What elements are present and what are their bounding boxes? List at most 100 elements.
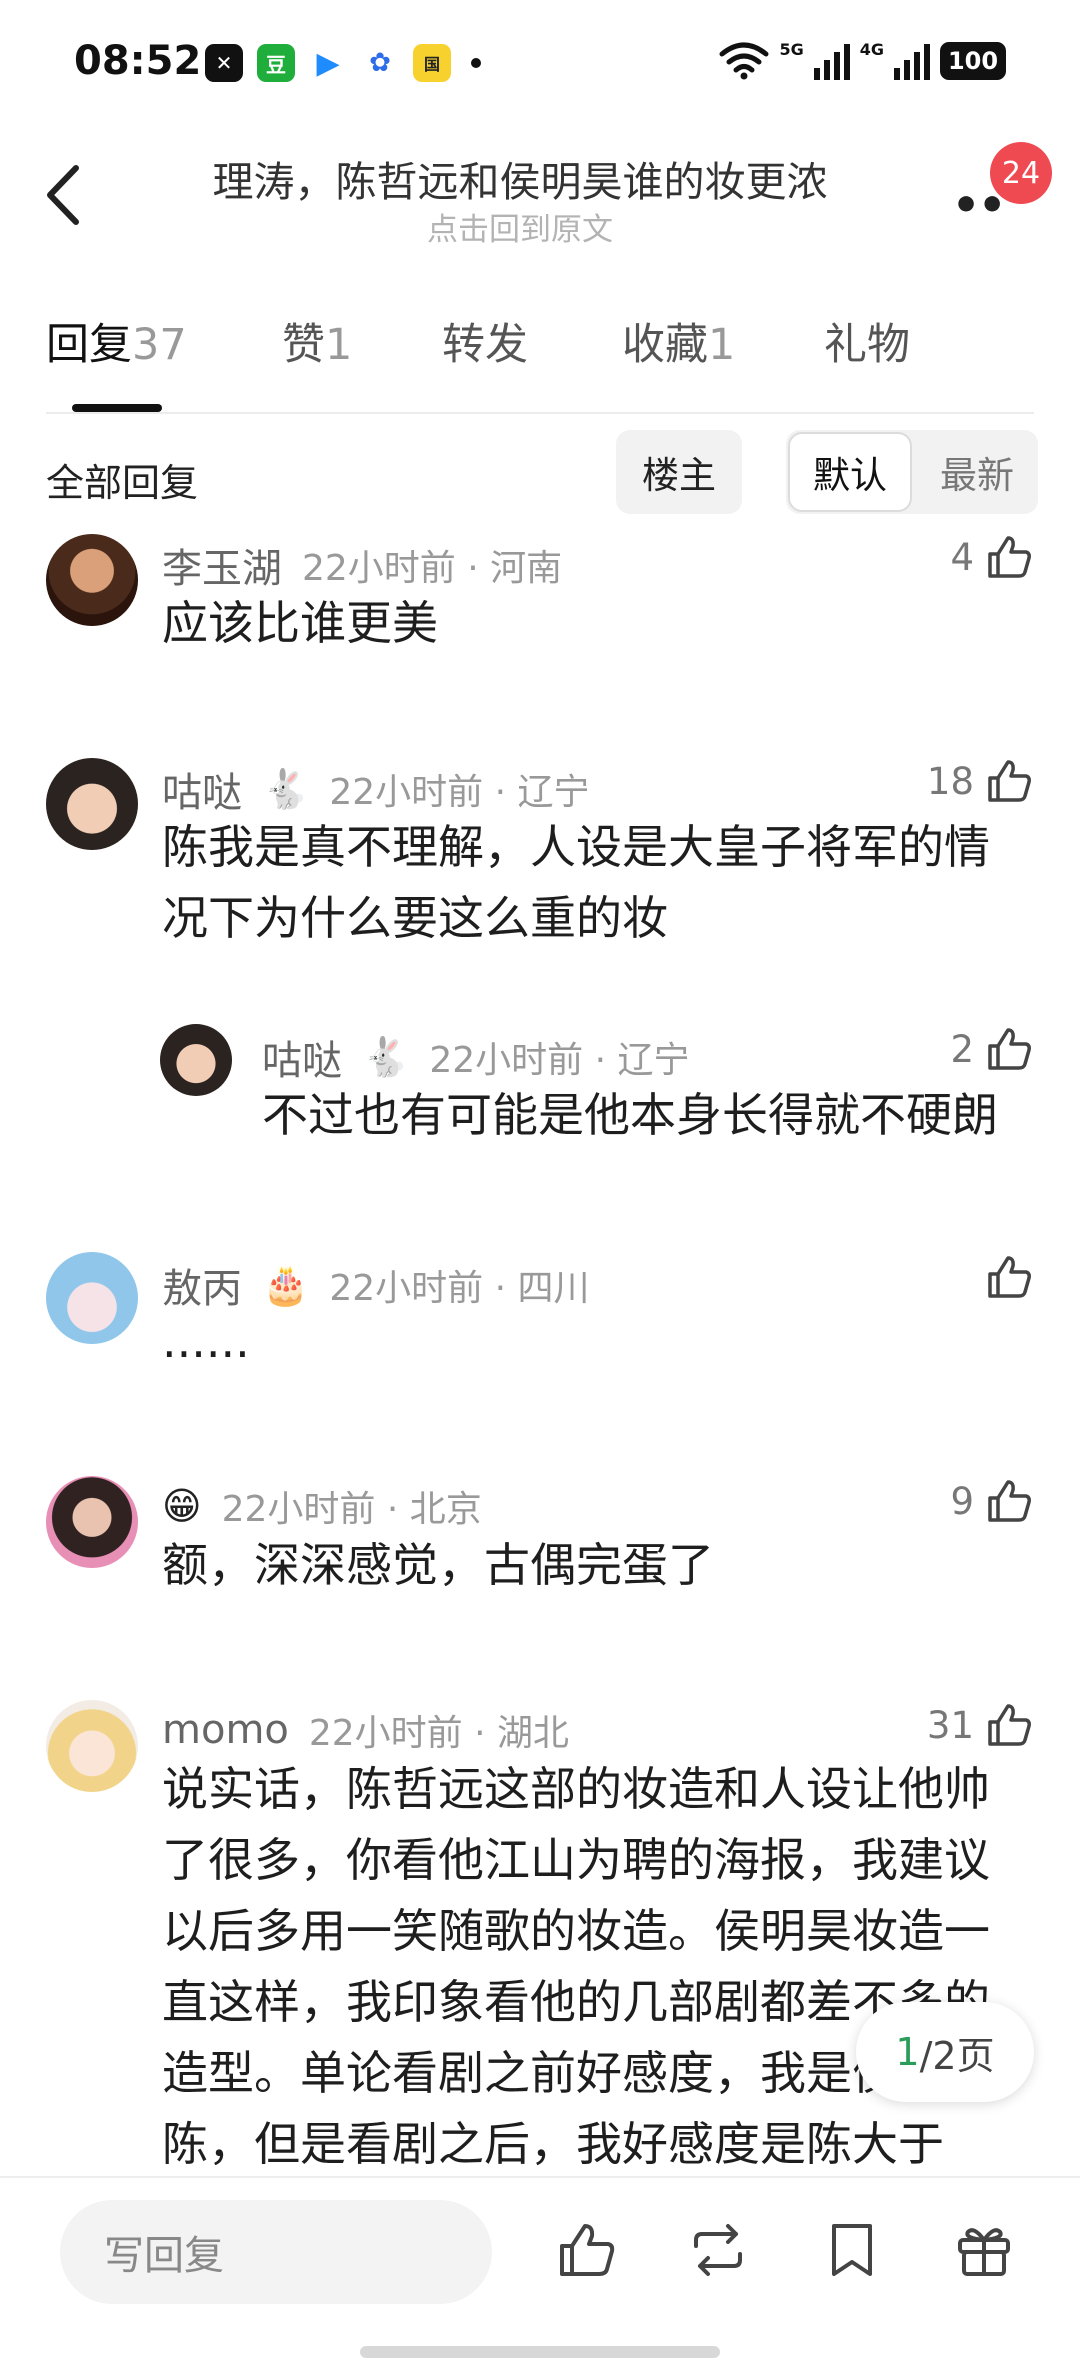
douban-icon: 豆 bbox=[257, 44, 295, 82]
rabbit-badge-icon: 🐇 bbox=[362, 1034, 410, 1079]
comment-text: 应该比谁更美 bbox=[162, 596, 438, 650]
like-button[interactable]: 2 bbox=[950, 1024, 1034, 1074]
comment-meta: 咕哒 🐇 22小时前 · 辽宁 bbox=[262, 1028, 689, 1086]
like-button[interactable]: 4 bbox=[950, 532, 1034, 582]
post-header: 理涛，陈哲远和侯明昊谁的妆更浓 点击回到原文 •• 24 bbox=[0, 130, 1080, 260]
gift-icon[interactable] bbox=[952, 2218, 1016, 2282]
back-to-original-link[interactable]: 点击回到原文 bbox=[160, 204, 880, 249]
comment-meta: momo 22小时前 · 湖北 bbox=[162, 1704, 569, 1756]
sort-newest-button[interactable]: 最新 bbox=[916, 430, 1038, 514]
comment-meta: 咕哒 🐇 22小时前 · 辽宁 bbox=[162, 760, 589, 818]
comment-line: 陈我是真不理解，人设是大皇子将军的情 bbox=[162, 820, 990, 874]
play-icon: ▶ bbox=[309, 44, 347, 82]
comment-text: 说实话，陈哲远这部的妆造和人设让他帅 了很多，你看他江山为聘的海报，我建议 以后… bbox=[162, 1754, 990, 2180]
tab-replies[interactable]: 回复37 bbox=[46, 310, 187, 372]
like-button[interactable]: 9 bbox=[950, 1476, 1034, 1526]
tab-label: 收藏 bbox=[622, 320, 708, 370]
home-indicator bbox=[360, 2346, 720, 2358]
avatar[interactable] bbox=[160, 1024, 232, 1096]
like-count: 4 bbox=[950, 535, 974, 579]
like-button[interactable] bbox=[984, 1252, 1034, 1302]
signal-icon-2 bbox=[894, 44, 930, 80]
wifi-icon bbox=[719, 42, 769, 80]
comment-meta: 李玉湖 22小时前 · 河南 bbox=[162, 536, 562, 594]
comment-line: 陈，但是看剧之后，我好感度是陈大于 bbox=[162, 2117, 944, 2171]
network-5g-label: 5G bbox=[779, 39, 804, 59]
like-count: 31 bbox=[926, 1703, 974, 1747]
comment-time-location: 22小时前 · 四川 bbox=[329, 1268, 590, 1309]
sort-default-button[interactable]: 默认 bbox=[788, 432, 912, 512]
thumbs-up-icon bbox=[988, 760, 1031, 802]
notification-badge[interactable]: 24 bbox=[990, 142, 1052, 204]
comment-text: 陈我是真不理解，人设是大皇子将军的情 况下为什么要这么重的妆 bbox=[162, 812, 990, 954]
repost-icon[interactable] bbox=[686, 2218, 750, 2282]
capcut-icon: ✕ bbox=[205, 44, 243, 82]
tab-reposts[interactable]: 转发 bbox=[442, 310, 528, 372]
tab-label: 礼物 bbox=[824, 320, 910, 370]
username[interactable]: 咕哒 bbox=[262, 1028, 342, 1086]
reply-tabs: 回复37 赞1 转发 收藏1 礼物 bbox=[46, 310, 1034, 414]
comment-text: 不过也有可能是他本身长得就不硬朗 bbox=[262, 1088, 998, 1142]
thumbs-up-icon[interactable] bbox=[554, 2218, 618, 2282]
tab-count: 1 bbox=[708, 320, 736, 370]
tab-count: 37 bbox=[132, 320, 187, 370]
network-4g-label: 4G bbox=[859, 39, 884, 59]
tab-label: 回复 bbox=[46, 320, 132, 370]
status-time: 08:52 bbox=[74, 38, 202, 84]
avatar[interactable] bbox=[46, 1700, 138, 1792]
tab-likes[interactable]: 赞1 bbox=[282, 310, 352, 372]
total-pages: /2页 bbox=[919, 2033, 995, 2078]
system-icons: 5G 4G 100 bbox=[719, 39, 1006, 80]
avatar[interactable] bbox=[46, 1252, 138, 1344]
signal-icon bbox=[813, 44, 850, 80]
comment-line: 说实话，陈哲远这部的妆造和人设让他帅 bbox=[162, 1762, 990, 1816]
tab-favorites[interactable]: 收藏1 bbox=[622, 310, 735, 372]
comment-time-location: 22小时前 · 辽宁 bbox=[329, 772, 590, 813]
grinning-face-icon: 😁 bbox=[162, 1484, 202, 1528]
current-page: 1 bbox=[895, 2030, 920, 2074]
comment-time-location: 22小时前 · 辽宁 bbox=[429, 1040, 690, 1081]
comment-time-location: 22小时前 · 湖北 bbox=[308, 1713, 570, 1754]
comment-line: 了很多，你看他江山为聘的海报，我建议 bbox=[162, 1833, 990, 1887]
like-button[interactable]: 31 bbox=[927, 1700, 1034, 1750]
bottom-action-bar: 写回复 bbox=[0, 2176, 1080, 2376]
like-button[interactable]: 18 bbox=[927, 756, 1034, 806]
thumbs-up-icon bbox=[988, 1480, 1031, 1522]
active-tab-indicator bbox=[72, 404, 162, 412]
tab-label: 赞 bbox=[282, 320, 325, 370]
tab-label: 转发 bbox=[442, 320, 528, 370]
comment-line: 以后多用一笑随歌的妆造。侯明昊妆造一 bbox=[162, 1904, 990, 1958]
more-notifications-dot bbox=[471, 58, 481, 68]
guoman-icon: 国 bbox=[413, 44, 451, 82]
page-indicator[interactable]: 1/2页 bbox=[856, 2002, 1034, 2102]
comment-time-location: 22小时前 · 北京 bbox=[221, 1489, 482, 1530]
username[interactable]: momo bbox=[162, 1707, 289, 1753]
bookmark-icon[interactable] bbox=[820, 2218, 884, 2282]
username[interactable]: 李玉湖 bbox=[162, 536, 282, 594]
tab-gifts[interactable]: 礼物 bbox=[824, 310, 910, 372]
comment-line: 况下为什么要这么重的妆 bbox=[162, 891, 668, 945]
post-title[interactable]: 理涛，陈哲远和侯明昊谁的妆更浓 bbox=[160, 148, 880, 208]
all-replies-label: 全部回复 bbox=[46, 461, 199, 505]
baidu-icon: ✿ bbox=[361, 44, 399, 82]
thumbs-up-icon bbox=[988, 1256, 1031, 1298]
like-count: 18 bbox=[926, 759, 974, 803]
thumbs-up-icon bbox=[988, 536, 1031, 578]
sort-toggle: 默认 最新 bbox=[786, 430, 1038, 514]
avatar[interactable] bbox=[46, 1476, 138, 1568]
avatar[interactable] bbox=[46, 758, 138, 850]
comment-text: ...... bbox=[162, 1314, 250, 1368]
comment-time-location: 22小时前 · 河南 bbox=[302, 548, 563, 589]
op-only-button[interactable]: 楼主 bbox=[616, 430, 742, 514]
notification-app-icons: ✕ 豆 ▶ ✿ 国 bbox=[205, 44, 481, 82]
status-bar: 08:52 ✕ 豆 ▶ ✿ 国 5G 4G 100 bbox=[0, 0, 1080, 120]
avatar[interactable] bbox=[46, 534, 138, 626]
comment-meta: 😁 22小时前 · 北京 bbox=[162, 1480, 482, 1532]
like-count: 9 bbox=[950, 1479, 974, 1523]
reply-input[interactable]: 写回复 bbox=[60, 2200, 492, 2304]
thumbs-up-icon bbox=[988, 1704, 1031, 1746]
back-arrow-icon[interactable] bbox=[38, 160, 98, 230]
battery-icon: 100 bbox=[940, 42, 1006, 80]
rabbit-badge-icon: 🐇 bbox=[262, 766, 310, 811]
username[interactable]: 咕哒 bbox=[162, 760, 242, 818]
